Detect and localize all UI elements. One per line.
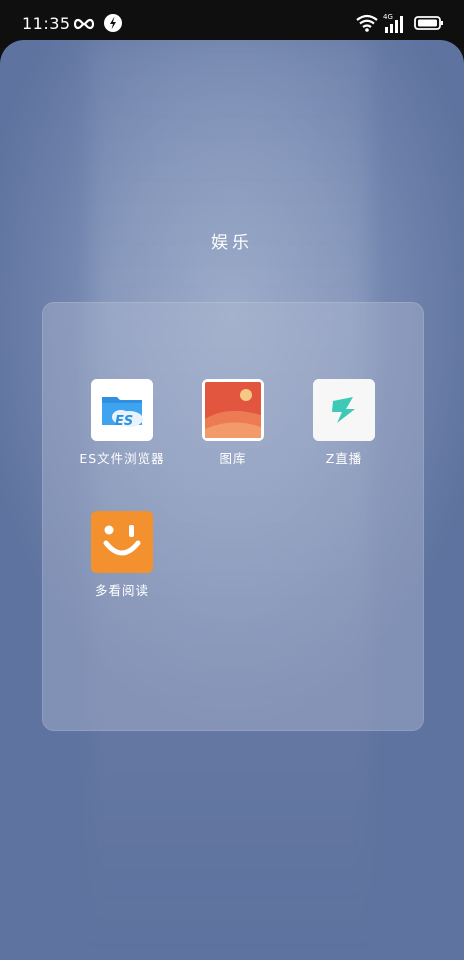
app-label: ES文件浏览器 (79, 451, 165, 466)
app-label: Z直播 (325, 451, 363, 466)
app-es-file-explorer[interactable]: ES ES文件浏览器 (67, 379, 177, 467)
battery-icon (414, 15, 444, 37)
infinity-icon (72, 13, 96, 35)
folder-panel: ES ES文件浏览器 图库 Z直播 多看阅读 (42, 302, 424, 731)
duokan-reading-icon[interactable] (91, 511, 153, 573)
app-z-live[interactable]: Z直播 (289, 379, 399, 467)
app-label: 多看阅读 (94, 583, 149, 598)
wifi-icon (356, 14, 378, 36)
z-live-icon[interactable] (313, 379, 375, 441)
navigation-icon (103, 13, 125, 35)
home-wallpaper: 娱乐 ES ES文件浏览器 图库 Z直播 多看阅读 (0, 40, 464, 960)
gallery-icon[interactable] (202, 379, 264, 441)
app-gallery[interactable]: 图库 (178, 379, 288, 467)
status-time: 11:35 (22, 14, 71, 33)
app-duokan-reading[interactable]: 多看阅读 (67, 511, 177, 599)
signal-icon (383, 14, 405, 36)
es-file-explorer-icon[interactable]: ES (91, 379, 153, 441)
svg-text:ES: ES (115, 414, 133, 429)
app-label: 图库 (219, 451, 247, 466)
folder-title[interactable]: 娱乐 (0, 228, 464, 253)
